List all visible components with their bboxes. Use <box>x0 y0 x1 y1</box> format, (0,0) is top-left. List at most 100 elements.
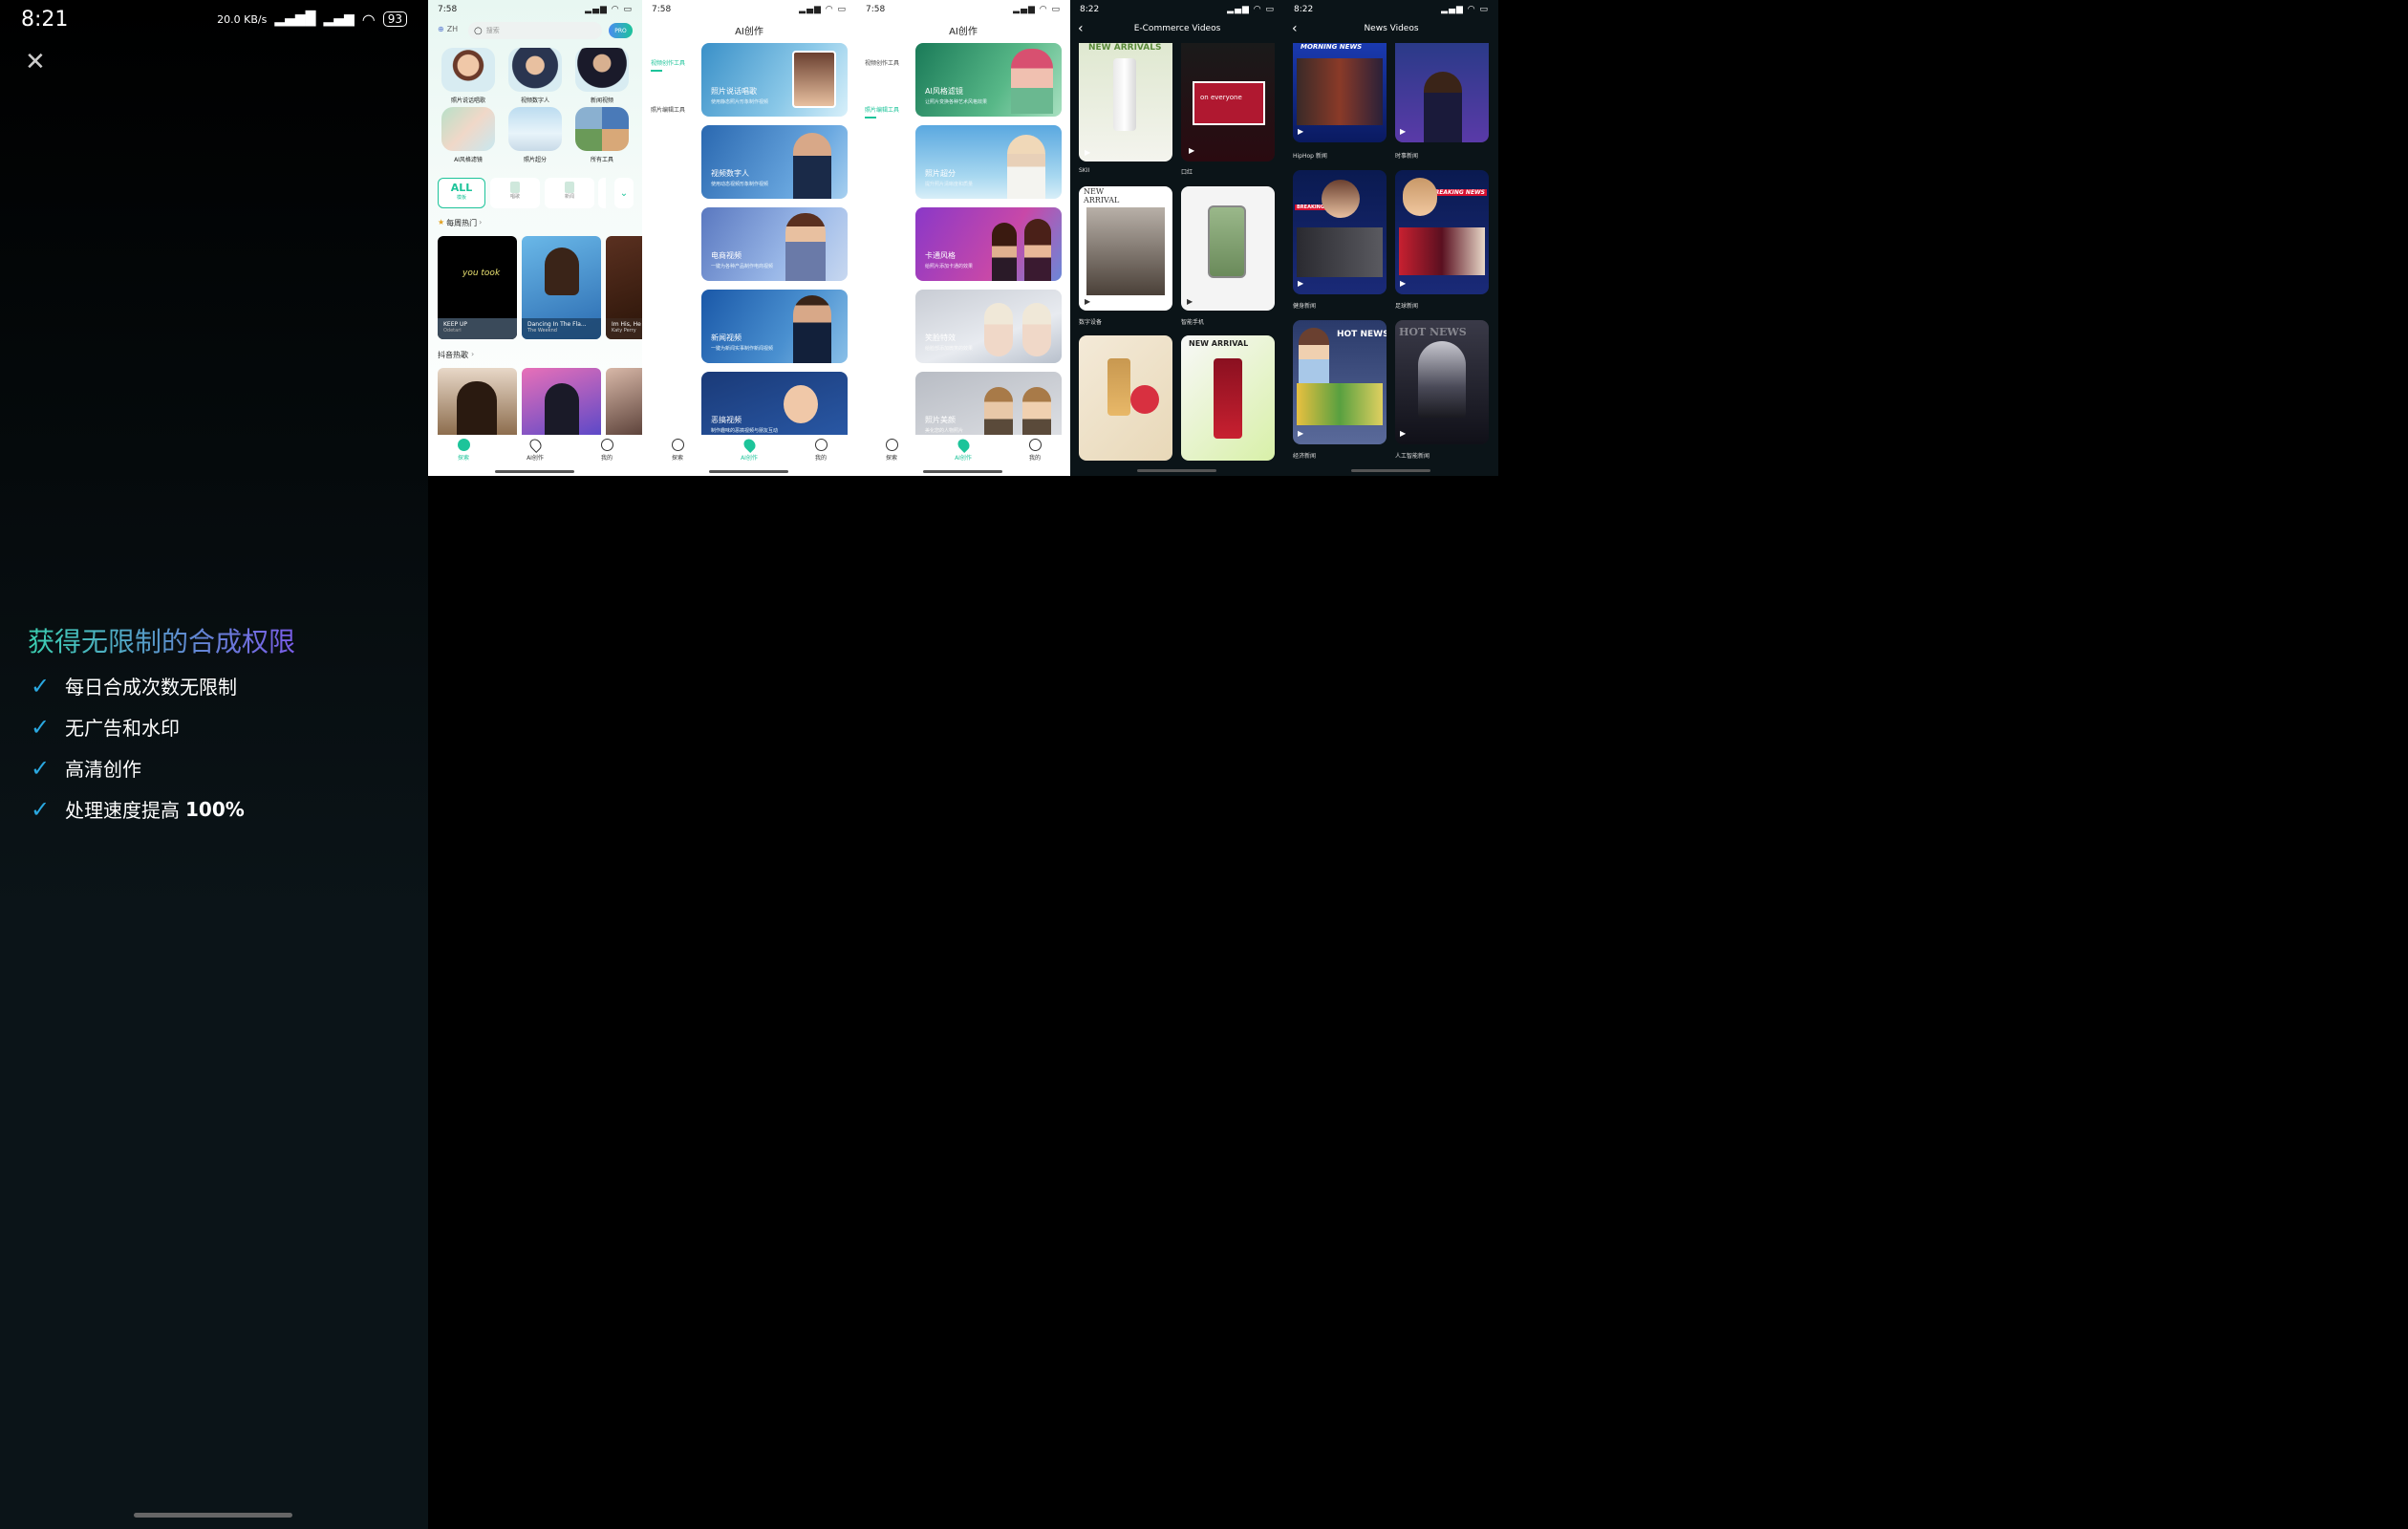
feature-card[interactable]: 笑脸特效 给脸部添加微笑的效果 <box>915 290 1062 363</box>
side-tab-photo[interactable]: 照片编辑工具 <box>651 105 685 114</box>
status-icons: ▂▄▆ ◠ ▭ <box>1227 5 1275 14</box>
feature-text: 每日合成次数无限制 <box>65 676 237 699</box>
search-input[interactable]: ○ 搜索 <box>468 22 602 39</box>
nav-explore[interactable]: 探索 <box>663 439 692 462</box>
hot-card[interactable]: Dancing In The Fla... The Weeknd <box>522 236 601 339</box>
filter-chip-all[interactable]: ALL 模板 <box>438 178 485 208</box>
song-card[interactable] <box>606 368 642 437</box>
filter-chip[interactable]: 新闻 <box>545 178 594 208</box>
nav-label: 我的 <box>814 455 827 462</box>
language-button[interactable]: ⊕ ZH <box>438 25 458 33</box>
card-photo <box>545 248 579 295</box>
side-tab-video[interactable]: 视频创作工具 <box>651 58 685 72</box>
tool-item[interactable]: 视频数字人 <box>505 48 566 105</box>
card-photo <box>793 295 831 363</box>
product-image <box>1130 385 1159 414</box>
news-image <box>1299 328 1329 385</box>
card-photo <box>984 303 1013 356</box>
hot-card[interactable]: you took KEEP UP Odetari <box>438 236 517 339</box>
card-label: 足球新闻 <box>1395 303 1419 310</box>
section-douyin[interactable]: 抖音热歌 › <box>438 350 474 360</box>
tool-label: 视频数字人 <box>520 97 549 104</box>
card-photo <box>792 51 836 108</box>
nav-ai-create[interactable]: AI创作 <box>521 437 549 462</box>
feature-text: 无广告和水印 <box>65 717 180 740</box>
feature-text: 处理速度提高 <box>65 799 180 822</box>
feature-card[interactable]: 照片超分 提升照片清晰度和质量 <box>915 125 1062 199</box>
video-card[interactable]: HOT NEWS ▶ <box>1395 320 1489 444</box>
song-card[interactable] <box>522 368 601 437</box>
nav-label: AI创作 <box>741 455 758 462</box>
card-title: 卡通风格 <box>925 251 956 260</box>
feature-card[interactable]: 照片说话唱歌 使用静态照片形象制作视频 <box>701 43 848 117</box>
video-card[interactable] <box>1079 335 1172 461</box>
song-card[interactable] <box>438 368 517 437</box>
product-image <box>1113 58 1136 131</box>
tool-thumb <box>575 48 629 92</box>
nav-me[interactable]: 我的 <box>1021 439 1049 462</box>
product-image <box>1208 205 1246 278</box>
product-image <box>1214 358 1242 439</box>
video-card[interactable]: NEW ARRIVALS ▶ <box>1079 43 1172 162</box>
filter-chip-partial[interactable] <box>598 178 606 208</box>
screen-ai-create-video: 7:58 ▂▄▆ ◠ ▭ AI创作 视频创作工具 照片编辑工具 照片说话唱歌 使… <box>642 0 856 476</box>
screen-explore: 7:58 ▂▄▆ ◠ ▭ ⊕ ZH ○ 搜索 PRO 照片说话唱歌 视频数字人 新闻… <box>428 0 642 476</box>
tool-item[interactable]: 新闻视频 <box>571 48 633 105</box>
nav-explore[interactable]: 探索 <box>449 439 478 462</box>
check-icon: ✓ <box>31 713 51 741</box>
product-image <box>1086 207 1165 295</box>
section-weekly-hot[interactable]: ★ 每周热门 › <box>438 218 482 228</box>
check-icon: ✓ <box>31 754 51 782</box>
feature-card[interactable]: AI风格滤镜 让照片变换各种艺术风格效果 <box>915 43 1062 117</box>
nav-me[interactable]: 我的 <box>592 439 621 462</box>
nav-me[interactable]: 我的 <box>806 439 835 462</box>
card-overlay-text: you took <box>462 269 501 278</box>
video-card[interactable]: NEW ARRIVAL <box>1181 335 1275 461</box>
feature-card[interactable]: 视频数字人 使用动态视频形象制作视频 <box>701 125 848 199</box>
card-label: 时事新闻 <box>1395 153 1419 160</box>
nav-ai-create[interactable]: AI创作 <box>949 437 978 462</box>
tool-thumb <box>508 48 562 92</box>
card-photo <box>1007 135 1045 199</box>
feature-bold: 100% <box>185 797 245 821</box>
video-card[interactable]: MORNING NEWS ▶ <box>1293 43 1387 142</box>
pro-badge[interactable]: PRO <box>609 23 633 38</box>
video-card[interactable]: BREAKING NEWS ▶ <box>1293 170 1387 294</box>
compass-icon <box>457 439 470 451</box>
card-title: 电商视频 <box>711 251 742 260</box>
news-image <box>1297 227 1383 277</box>
net-speed: 20.0 KB/s <box>217 12 268 26</box>
card-overlay-text: HOT NEWS <box>1337 330 1387 339</box>
filter-chip[interactable]: 唱歌 <box>490 178 540 208</box>
hot-card[interactable]: Im His, He Katy Perry <box>606 236 642 339</box>
side-tab-photo[interactable]: 照片编辑工具 <box>865 105 899 118</box>
home-indicator <box>1137 469 1216 472</box>
video-card[interactable]: on everyone ▶ <box>1181 43 1275 162</box>
card-artist: Odetari <box>443 328 462 334</box>
card-photo <box>1024 219 1051 281</box>
card-subtitle: 使用动态视频形象制作视频 <box>711 182 769 187</box>
feature-card[interactable]: 卡通风格 给照片添加卡通的效果 <box>915 207 1062 281</box>
tool-item[interactable]: 所有工具 <box>571 107 633 164</box>
video-card[interactable]: ▶ <box>1395 43 1489 142</box>
video-card[interactable]: NEW ARRIVAL ▶ <box>1079 186 1172 311</box>
tool-item[interactable]: AI风格滤镜 <box>438 107 499 164</box>
card-photo <box>457 381 497 437</box>
chevron-down-icon[interactable]: ⌄ <box>614 178 634 208</box>
video-card[interactable]: HOT NEWS ▶ <box>1293 320 1387 444</box>
video-card[interactable]: ▶ <box>1181 186 1275 311</box>
side-tab-video[interactable]: 视频创作工具 <box>865 58 899 67</box>
nav-explore[interactable]: 探索 <box>877 439 906 462</box>
close-icon[interactable]: ✕ <box>25 48 46 76</box>
card-overlay-text: on everyone <box>1200 94 1242 101</box>
card-subtitle: 美化您的人物照片 <box>925 428 964 434</box>
tool-item[interactable]: 照片超分 <box>505 107 566 164</box>
video-card[interactable]: BREAKING NEWS ▶ <box>1395 170 1489 294</box>
nav-ai-create[interactable]: AI创作 <box>735 437 763 462</box>
tool-item[interactable]: 照片说话唱歌 <box>438 48 499 105</box>
feature-card[interactable]: 电商视频 一键为各种产品制作电商视频 <box>701 207 848 281</box>
tool-thumb <box>508 107 562 151</box>
feature-card[interactable]: 新闻视频 一键为新闻实事制作新闻视频 <box>701 290 848 363</box>
page-title: E-Commerce Videos <box>1133 24 1221 33</box>
card-photo <box>545 383 579 437</box>
